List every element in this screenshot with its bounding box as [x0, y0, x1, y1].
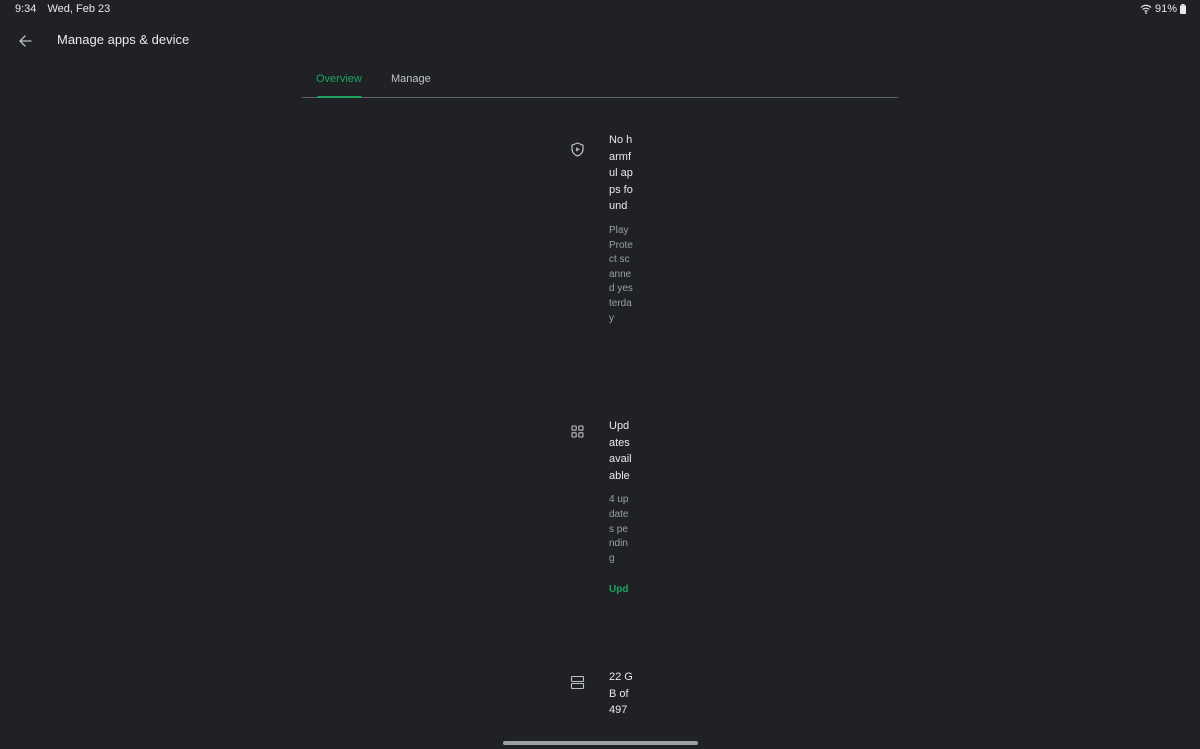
play-protect-title: No harmful apps found: [609, 134, 633, 213]
storage-icon: [570, 675, 585, 690]
updates-subtitle: 4 updates pending: [609, 494, 629, 564]
arrow-left-icon: [19, 35, 32, 47]
battery-icon: [1180, 4, 1186, 14]
battery-percent: 91%: [1154, 3, 1177, 15]
app-bar: Manage apps & device: [0, 22, 1200, 58]
storage-title: 22 GB of 497: [609, 671, 633, 717]
tab-manage[interactable]: Manage: [391, 73, 431, 85]
tab-overview[interactable]: Overview: [316, 73, 362, 85]
gesture-nav-handle[interactable]: [503, 741, 698, 745]
wifi-icon: [1140, 4, 1152, 14]
update-all-button[interactable]: Upd: [609, 584, 633, 595]
back-button[interactable]: [14, 30, 36, 52]
play-protect-subtitle: Play Protect scanned yesterday: [609, 224, 633, 324]
storage-card[interactable]: 22 GB of 497: [609, 669, 633, 719]
play-protect-card[interactable]: No harmful apps found Play Protect scann…: [609, 132, 633, 326]
status-date: Wed, Feb 23: [47, 3, 111, 15]
status-right: 91%: [1140, 3, 1186, 15]
tab-selected-indicator: [317, 96, 362, 98]
status-bar: 9:34 Wed, Feb 23 91%: [0, 0, 1200, 18]
status-time: 9:34: [15, 3, 37, 15]
updates-card[interactable]: Updates available 4 updates pending Upd: [609, 418, 633, 595]
tab-bar: Overview Manage: [302, 64, 898, 98]
page-title: Manage apps & device: [57, 32, 190, 47]
status-left: 9:34 Wed, Feb 23: [15, 3, 110, 15]
shield-play-icon: [570, 142, 585, 157]
apps-grid-icon: [570, 424, 585, 439]
updates-title: Updates available: [609, 420, 632, 482]
